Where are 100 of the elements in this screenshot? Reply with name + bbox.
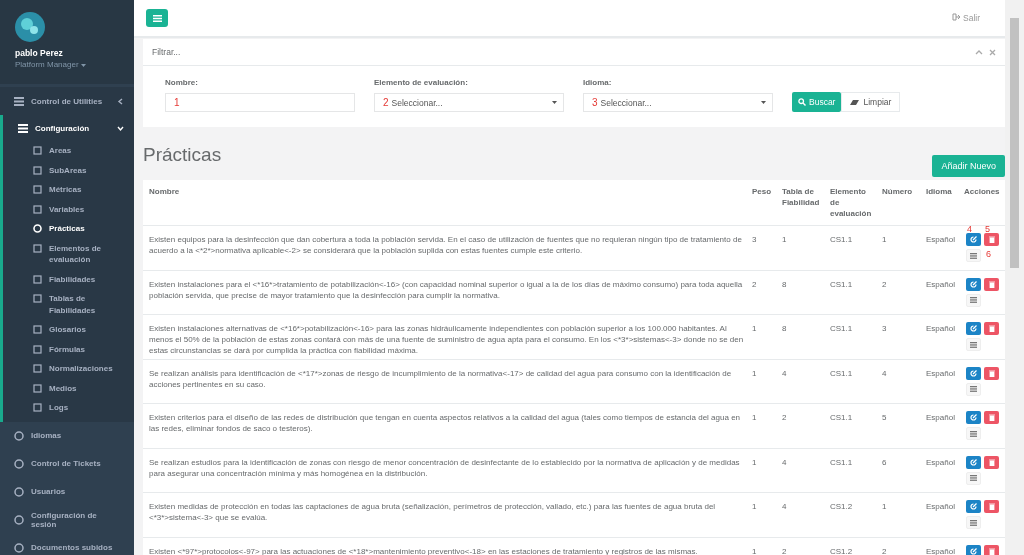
trash-icon [988, 369, 995, 377]
table-cell: Español [922, 492, 960, 537]
circle-icon [14, 542, 24, 553]
square-icon [33, 383, 42, 393]
column-header: Tabla de Fiabilidad [778, 180, 826, 226]
column-header: Elemento de evaluación [826, 180, 878, 226]
edit-icon [970, 280, 977, 288]
delete-button[interactable] [984, 277, 999, 291]
table-cell: 1 [748, 537, 778, 555]
table-cell: CS1.1 [826, 403, 878, 448]
submenu-item[interactable]: Métricas [33, 180, 123, 200]
column-header: Número [878, 180, 922, 226]
square-icon [33, 274, 42, 284]
submenu-item[interactable]: Fiabilidades [33, 269, 123, 289]
table-cell: 2 [778, 403, 826, 448]
table-cell: 1 [748, 314, 778, 359]
details-button[interactable] [966, 471, 981, 485]
submenu-item[interactable]: Logs [33, 398, 123, 418]
edit-button[interactable] [966, 233, 981, 246]
submenu-item[interactable]: Normalizaciones [33, 359, 123, 379]
sidebar-item[interactable]: Control de Utilities [0, 87, 134, 115]
submenu-item[interactable]: Areas [33, 141, 123, 161]
sidebar-item[interactable]: Idiomas [0, 421, 134, 450]
table-cell: 1 [778, 225, 826, 270]
table-cell: 1 [878, 492, 922, 537]
list-icon [970, 519, 977, 526]
caret-icon [761, 101, 766, 104]
table-cell: CS1.1 [826, 270, 878, 315]
square-icon [33, 185, 42, 194]
annotation-number: 2 [383, 97, 389, 108]
menu-label: Control de Tickets [31, 459, 102, 468]
delete-button[interactable] [984, 411, 999, 424]
edit-button[interactable] [966, 544, 981, 555]
annotation-number: 5 [985, 225, 990, 234]
logout-icon [951, 13, 961, 21]
close-icon[interactable] [989, 48, 996, 56]
logout-link[interactable]: Salir [951, 13, 980, 23]
table-cell: 4 [778, 448, 826, 493]
table-cell: CS1.1 [826, 225, 878, 270]
details-button[interactable] [966, 249, 981, 262]
delete-button[interactable] [984, 455, 999, 469]
table-cell: 8 [778, 314, 826, 359]
submenu-item[interactable]: Glosarios [33, 320, 123, 340]
table-cell: Español [922, 537, 960, 555]
sidebar-item[interactable]: Configuración de sesión [0, 505, 134, 534]
submenu-item[interactable]: Tablas de Fiabilidades [33, 289, 123, 320]
sidebar-item[interactable]: Control de Tickets [0, 449, 134, 478]
table-cell: Existen instalaciones para el <*16*>tratamiento de potabilización<-16> (con capacidad nominal superior o igual a la de los días de máximo consumo) para toda aquella población servida, que precise de mayor tratamiento que la desinfección para cumplir la normativa. [143, 270, 748, 315]
delete-button[interactable] [984, 544, 999, 555]
details-button[interactable] [966, 293, 981, 307]
user-name: pablo Perez [15, 48, 64, 58]
details-button[interactable] [966, 427, 981, 440]
table-cell: 2 [878, 270, 922, 315]
details-button[interactable] [966, 516, 981, 529]
edit-button[interactable] [966, 366, 981, 380]
annotation-number: 3 [592, 97, 598, 108]
submenu-item[interactable]: Medios [33, 378, 123, 398]
user-role-dropdown[interactable]: Platform Manager [15, 60, 86, 69]
submenu-item[interactable]: SubAreas [33, 160, 123, 180]
table-cell: Español [922, 448, 960, 493]
select-field[interactable]: 3 Seleccionar... [583, 93, 773, 112]
edit-button[interactable] [966, 411, 981, 424]
avatar-icon [15, 12, 45, 42]
edit-button[interactable] [966, 500, 981, 513]
select-field[interactable]: 2 Seleccionar... [374, 93, 564, 112]
menu-button[interactable] [146, 9, 168, 27]
sidebar-item[interactable]: Usuarios [0, 477, 134, 506]
edit-button[interactable] [966, 277, 981, 291]
sidebar-item[interactable]: Documentos subidos [0, 533, 134, 555]
delete-button[interactable] [984, 500, 999, 513]
delete-button[interactable] [984, 233, 999, 246]
submenu-item[interactable]: Prácticas [33, 219, 123, 239]
table-cell: 4 [778, 492, 826, 537]
table-cell: CS1.1 [826, 314, 878, 359]
input-field[interactable]: 1 [165, 93, 355, 112]
submenu-item[interactable]: Variables [33, 199, 123, 219]
circle-icon [14, 430, 24, 441]
table-cell: Español [922, 359, 960, 404]
table-cell: Español [922, 225, 960, 270]
details-button[interactable] [966, 382, 981, 396]
sidebar-item[interactable]: Configuración [0, 115, 134, 141]
collapse-icon[interactable] [975, 48, 983, 55]
delete-button[interactable] [984, 366, 999, 380]
annotation-number: 6 [986, 250, 991, 259]
submenu-item[interactable]: Elementos de evaluación [33, 238, 123, 270]
details-button[interactable] [966, 338, 981, 351]
table-cell: Español [922, 314, 960, 359]
circle-icon [14, 486, 24, 497]
submenu-item[interactable]: Fórmulas [33, 339, 123, 359]
table-cell: Se realizan estudios para la identificación de zonas con riesgo de menor concentración de desinfectante de lo establecido por la normativa de aplicación y de medidas para asegurar una concentración mínima y más homogénea en la distribución. [143, 448, 748, 493]
edit-button[interactable] [966, 322, 981, 335]
trash-icon [988, 325, 995, 332]
edit-button[interactable] [966, 455, 981, 469]
clear-button[interactable]: Limpiar [841, 92, 901, 112]
trash-icon [988, 236, 995, 243]
edit-icon [970, 325, 977, 332]
square-icon [33, 403, 42, 412]
delete-button[interactable] [984, 322, 999, 335]
chevron-down-icon [117, 124, 124, 132]
list-icon [970, 341, 977, 348]
